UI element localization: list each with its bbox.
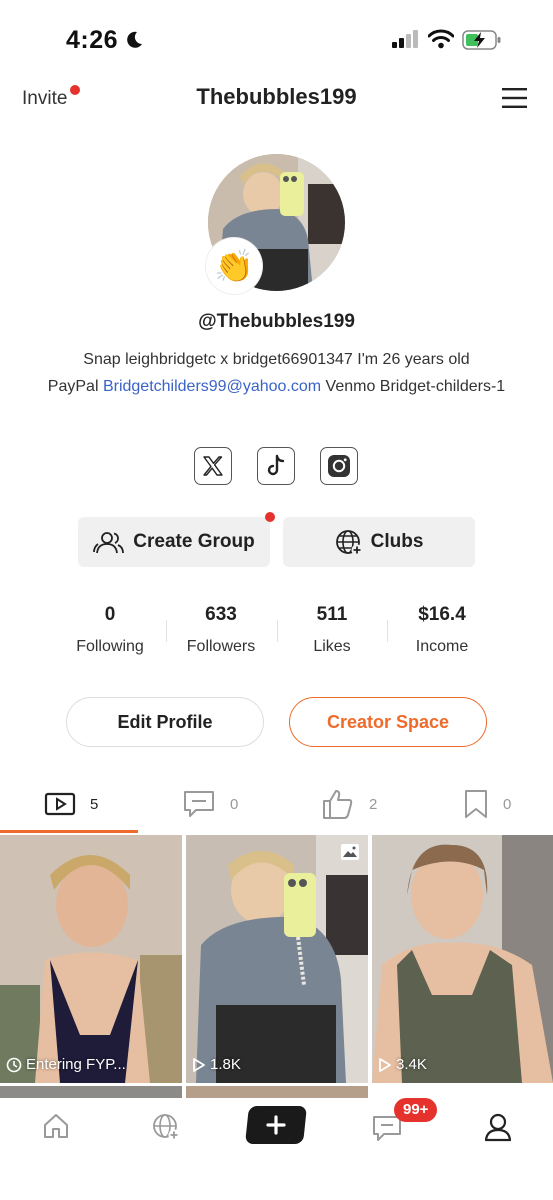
stat-label: Income	[415, 638, 469, 655]
messages-badge: 99+	[394, 1098, 438, 1122]
tab-liked[interactable]: 2	[321, 786, 377, 822]
post-tile[interactable]: 3.4K	[372, 835, 553, 1083]
profile-header: Invite Thebubbles199	[0, 78, 553, 122]
bio-line: Snap leighbridgetc x bridget66901347 I'm…	[83, 351, 470, 368]
tab-count: 0	[503, 795, 512, 813]
x-social-button[interactable]	[194, 447, 232, 485]
cellular-signal-icon	[392, 30, 418, 48]
stat-likes[interactable]: 511 Likes	[277, 604, 387, 656]
moon-icon	[127, 31, 142, 48]
clubs-label: Clubs	[370, 531, 424, 552]
clubs-button[interactable]: Clubs	[283, 517, 475, 567]
profile-icon[interactable]	[483, 1112, 513, 1142]
bio-email-link[interactable]: Bridgetchilders99@yahoo.com	[103, 378, 321, 395]
post-tile[interactable]: Entering FYP...	[0, 835, 182, 1083]
active-tab-indicator	[0, 830, 138, 833]
bookmark-icon	[465, 790, 487, 818]
post-tile-partial[interactable]	[186, 1086, 368, 1098]
home-icon[interactable]	[42, 1112, 70, 1140]
status-time: 4:26	[66, 26, 119, 54]
group-icon	[93, 532, 125, 554]
tab-count: 0	[230, 795, 239, 813]
post-caption: 3.4K	[378, 1056, 427, 1073]
post-views: 1.8K	[210, 1056, 241, 1073]
stat-value: 0	[104, 604, 116, 625]
create-post-button[interactable]	[245, 1106, 307, 1144]
image-icon	[341, 844, 359, 860]
create-group-notification-dot	[265, 512, 275, 522]
stat-label: Followers	[186, 638, 256, 655]
profile-handle: @Thebubbles199	[198, 311, 355, 332]
battery-charging-icon	[462, 30, 501, 50]
post-views: 3.4K	[396, 1056, 427, 1073]
tab-count: 5	[90, 795, 99, 813]
stat-income[interactable]: $16.4 Income	[387, 604, 497, 656]
bottom-nav: 99+	[0, 1098, 553, 1200]
stat-label: Likes	[313, 638, 351, 655]
stat-value: 511	[316, 604, 348, 625]
post-tile-partial[interactable]	[0, 1086, 182, 1098]
edit-profile-button[interactable]: Edit Profile	[66, 697, 264, 747]
clock-icon	[6, 1057, 22, 1072]
post-thumbnail	[372, 835, 553, 1083]
play-icon	[193, 1057, 205, 1072]
post-grid: Entering FYP... 1.8K 3.4K	[0, 835, 553, 1085]
profile-bio: Snap leighbridgetc x bridget66901347 I'm…	[40, 346, 513, 400]
creator-space-button[interactable]: Creator Space	[289, 697, 487, 747]
stat-label: Following	[76, 638, 144, 655]
stat-value: 633	[205, 604, 237, 625]
instagram-icon	[328, 455, 350, 477]
tiktok-icon	[267, 454, 285, 476]
post-caption: 1.8K	[192, 1056, 241, 1073]
status-bar: 4:26	[0, 0, 553, 70]
wifi-icon	[428, 29, 454, 49]
create-group-button[interactable]: Create Group	[78, 517, 270, 567]
bio-paypal-label: PayPal	[47, 378, 99, 395]
thumbs-up-icon	[323, 790, 353, 819]
comment-icon	[184, 791, 214, 817]
menu-icon[interactable]	[502, 87, 528, 109]
video-icon	[44, 792, 76, 816]
post-caption-text: Entering FYP...	[26, 1056, 126, 1073]
avatar-badge: 👏	[206, 238, 262, 294]
stat-following[interactable]: 0 Following	[55, 604, 165, 656]
bio-venmo: Venmo Bridget-childers-1	[325, 378, 506, 395]
create-group-label: Create Group	[133, 531, 255, 552]
tab-videos[interactable]: 5	[44, 786, 98, 822]
post-tile[interactable]: 1.8K	[186, 835, 368, 1083]
stat-value: $16.4	[418, 604, 466, 625]
page-title: Thebubbles199	[196, 84, 357, 109]
tab-comments[interactable]: 0	[182, 786, 238, 822]
stat-followers[interactable]: 633 Followers	[166, 604, 276, 656]
play-icon	[379, 1057, 391, 1072]
post-thumbnail	[0, 835, 182, 1083]
tab-saved[interactable]: 0	[463, 786, 511, 822]
post-caption: Entering FYP...	[6, 1056, 126, 1073]
plus-icon	[266, 1115, 286, 1135]
post-thumbnail	[186, 835, 368, 1083]
x-icon	[203, 456, 223, 476]
instagram-social-button[interactable]	[320, 447, 358, 485]
discover-globe-icon[interactable]	[151, 1112, 181, 1142]
tab-count: 2	[369, 795, 378, 813]
tiktok-social-button[interactable]	[257, 447, 295, 485]
globe-plus-icon	[335, 530, 363, 556]
